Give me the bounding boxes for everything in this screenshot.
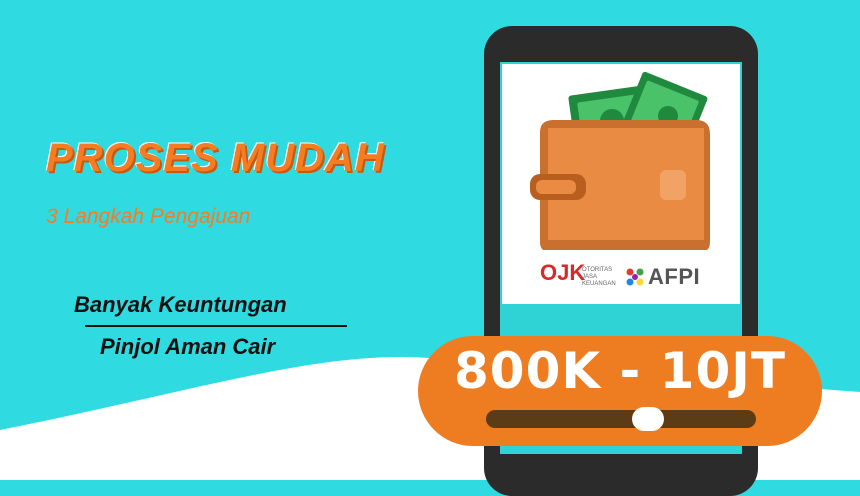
afpi-logo-text: AFPI xyxy=(648,264,701,289)
amount-slider-track[interactable] xyxy=(486,410,756,428)
benefit-divider xyxy=(85,325,347,327)
amount-slider-thumb[interactable] xyxy=(632,407,664,431)
subhead: 3 Langkah Pengajuan xyxy=(46,205,251,228)
headline: PROSES MUDAH xyxy=(46,136,385,180)
ojk-logo-icon: OJK xyxy=(540,260,586,285)
benefit-line-1: Banyak Keuntungan xyxy=(74,292,287,317)
loan-amount-range: 800K - 10JT xyxy=(454,342,786,400)
wallet-icon xyxy=(530,71,710,250)
afpi-logo-icon xyxy=(626,268,644,286)
ojk-logo-text: OTORITAS JASA KEUANGAN xyxy=(582,267,616,287)
benefit-line-2: Pinjol Aman Cair xyxy=(100,334,276,359)
